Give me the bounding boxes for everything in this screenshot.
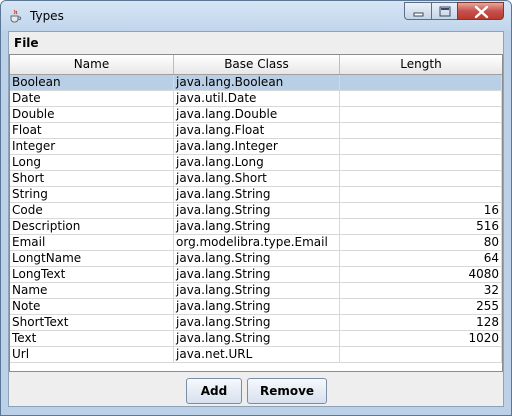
cell-base-class: java.lang.Double <box>174 107 340 122</box>
menu-file[interactable]: File <box>14 36 39 50</box>
add-button[interactable]: Add <box>186 378 242 404</box>
cell-name: Short <box>10 171 174 186</box>
cell-name: Email <box>10 235 174 250</box>
cell-length: 128 <box>340 315 502 330</box>
cell-name: String <box>10 187 174 202</box>
table-row[interactable]: Double java.lang.Double <box>10 107 502 123</box>
cell-length <box>340 75 502 90</box>
table-row[interactable]: Code java.lang.String 16 <box>10 203 502 219</box>
cell-name: Description <box>10 219 174 234</box>
cell-base-class: java.net.URL <box>174 347 340 362</box>
cell-base-class: java.lang.Short <box>174 171 340 186</box>
column-header-base-class[interactable]: Base Class <box>174 55 340 74</box>
cell-length <box>340 91 502 106</box>
cell-length: 516 <box>340 219 502 234</box>
cell-name: Long <box>10 155 174 170</box>
cell-name: Boolean <box>10 75 174 90</box>
cell-base-class: java.lang.String <box>174 267 340 282</box>
cell-name: LongText <box>10 267 174 282</box>
column-header-name[interactable]: Name <box>10 55 174 74</box>
table-row[interactable]: Boolean java.lang.Boolean <box>10 75 502 91</box>
title-bar[interactable]: Types <box>1 1 511 31</box>
menu-bar: File <box>9 32 503 54</box>
cell-name: LongtName <box>10 251 174 266</box>
table-row[interactable]: Email org.modelibra.type.Email 80 <box>10 235 502 251</box>
cell-base-class: java.lang.String <box>174 219 340 234</box>
table-row[interactable]: Name java.lang.String 32 <box>10 283 502 299</box>
cell-base-class: java.lang.String <box>174 283 340 298</box>
cell-length: 64 <box>340 251 502 266</box>
cell-base-class: java.lang.Float <box>174 123 340 138</box>
cell-length <box>340 123 502 138</box>
cell-length: 16 <box>340 203 502 218</box>
table-row[interactable]: Date java.util.Date <box>10 91 502 107</box>
cell-base-class: java.lang.String <box>174 331 340 346</box>
cell-length: 80 <box>340 235 502 250</box>
cell-name: Date <box>10 91 174 106</box>
cell-length: 32 <box>340 283 502 298</box>
table-row[interactable]: Integer java.lang.Integer <box>10 139 502 155</box>
table-row[interactable]: Float java.lang.Float <box>10 123 502 139</box>
cell-length: 4080 <box>340 267 502 282</box>
cell-name: Name <box>10 283 174 298</box>
cell-base-class: java.lang.Long <box>174 155 340 170</box>
cell-base-class: java.lang.Boolean <box>174 75 340 90</box>
cell-name: Double <box>10 107 174 122</box>
cell-length <box>340 187 502 202</box>
table-row[interactable]: ShortText java.lang.String 128 <box>10 315 502 331</box>
cell-base-class: java.lang.String <box>174 203 340 218</box>
maximize-button[interactable] <box>431 2 457 20</box>
table-row[interactable]: Long java.lang.Long <box>10 155 502 171</box>
cell-name: Integer <box>10 139 174 154</box>
table-row[interactable]: Description java.lang.String 516 <box>10 219 502 235</box>
table-row[interactable]: Text java.lang.String 1020 <box>10 331 502 347</box>
close-icon <box>474 5 489 19</box>
cell-name: ShortText <box>10 315 174 330</box>
cell-length: 255 <box>340 299 502 314</box>
cell-base-class: java.lang.Integer <box>174 139 340 154</box>
cell-name: Url <box>10 347 174 362</box>
cell-length: 1020 <box>340 331 502 346</box>
cell-base-class: org.modelibra.type.Email <box>174 235 340 250</box>
types-window: Types File Name Base Class Length Boolea… <box>0 0 512 416</box>
cell-base-class: java.lang.String <box>174 187 340 202</box>
window-title: Types <box>30 9 64 23</box>
table-row[interactable]: LongtName java.lang.String 64 <box>10 251 502 267</box>
cell-length <box>340 171 502 186</box>
types-table-scrollpane[interactable]: Name Base Class Length Boolean java.lang.… <box>9 54 503 372</box>
cell-name: Text <box>10 331 174 346</box>
close-button[interactable] <box>457 2 504 20</box>
table-row[interactable]: Url java.net.URL <box>10 347 502 363</box>
cell-name: Float <box>10 123 174 138</box>
client-area: File Name Base Class Length Boolean java.… <box>8 31 504 407</box>
minimize-icon <box>413 12 424 17</box>
cell-length <box>340 139 502 154</box>
cell-base-class: java.lang.String <box>174 299 340 314</box>
java-cup-icon <box>8 8 22 23</box>
table-row[interactable]: Short java.lang.Short <box>10 171 502 187</box>
cell-base-class: java.lang.String <box>174 251 340 266</box>
minimize-button[interactable] <box>404 2 431 20</box>
cell-length <box>340 347 502 362</box>
table-row[interactable]: LongText java.lang.String 4080 <box>10 267 502 283</box>
cell-length <box>340 155 502 170</box>
column-header-length[interactable]: Length <box>340 55 502 74</box>
cell-base-class: java.util.Date <box>174 91 340 106</box>
maximize-icon <box>439 6 451 17</box>
cell-length <box>340 107 502 122</box>
table-row[interactable]: Note java.lang.String 255 <box>10 299 502 315</box>
table-row[interactable]: String java.lang.String <box>10 187 502 203</box>
cell-name: Code <box>10 203 174 218</box>
table-header: Name Base Class Length <box>10 55 502 75</box>
cell-base-class: java.lang.String <box>174 315 340 330</box>
button-bar: Add Remove <box>9 374 503 406</box>
cell-name: Note <box>10 299 174 314</box>
remove-button[interactable]: Remove <box>247 378 327 404</box>
